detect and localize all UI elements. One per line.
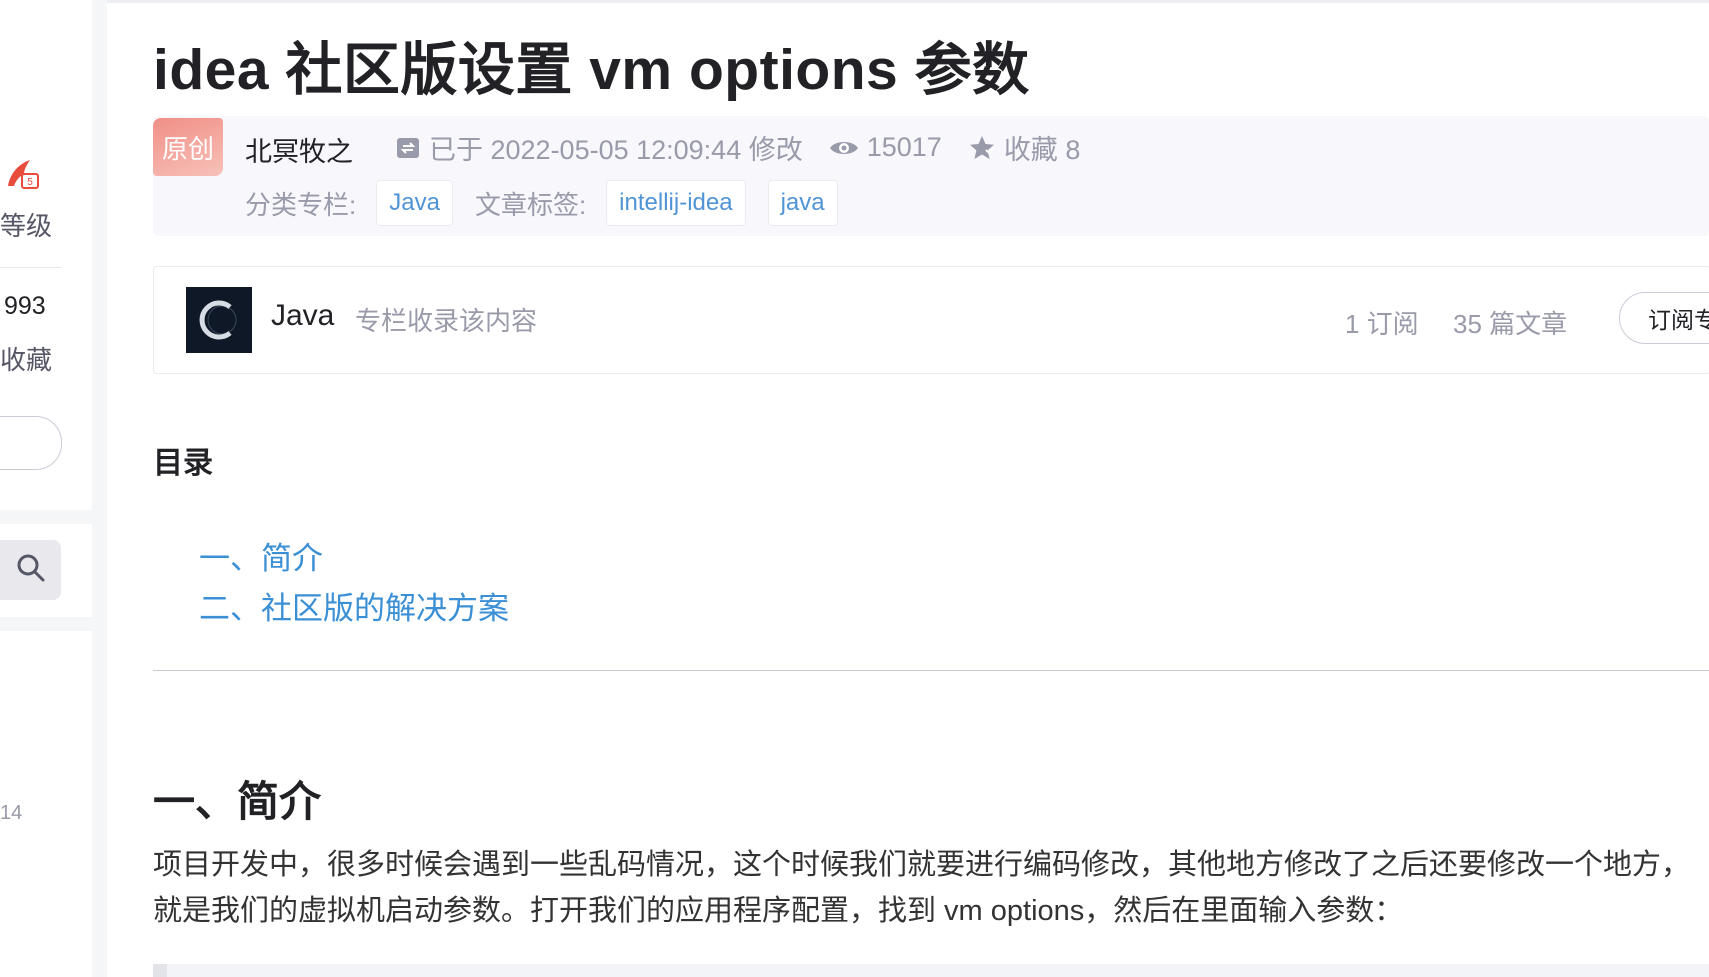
modified-text: 已于 2022-05-05 12:09:44 修改: [429, 135, 803, 165]
subscribe-column-button[interactable]: 订阅专栏: [1619, 292, 1709, 344]
tag-intellij-idea[interactable]: intellij-idea: [606, 180, 746, 226]
sidebar-level-label: 等级: [0, 211, 53, 241]
sidebar-follow-button[interactable]: [0, 416, 62, 470]
code-block: [153, 964, 1709, 977]
author-link[interactable]: 北冥牧之: [245, 130, 353, 169]
writer-badge-icon: 5: [4, 156, 40, 192]
sidebar-stat-value: 993: [4, 292, 46, 320]
tag-java[interactable]: java: [767, 180, 838, 226]
favorite-count[interactable]: 收藏 8: [968, 128, 1081, 167]
original-badge: 原创: [153, 118, 223, 176]
article-card: idea 社区版设置 vm options 参数 原创 北冥牧之 已于 2022…: [107, 0, 1709, 977]
view-count-text: 15017: [866, 132, 942, 162]
favorite-text: 收藏 8: [1003, 135, 1081, 165]
sidebar-search-button[interactable]: [0, 540, 61, 600]
article-tags-row: 分类专栏: Java 文章标签: intellij-idea java: [245, 180, 860, 226]
section-intro-paragraph: 项目开发中，很多时候会遇到一些乱码情况，这个时候我们就要进行编码修改，其他地方修…: [153, 842, 1709, 934]
paragraph-line-2: 就是我们的虚拟机启动参数。打开我们的应用程序配置，找到 vm options，然…: [153, 895, 1404, 927]
column-info-box: Java 专栏收录该内容 1 订阅 35 篇文章 订阅专栏: [153, 266, 1709, 374]
column-avatar[interactable]: [186, 287, 252, 353]
sidebar-fav-label: 收藏: [0, 345, 53, 375]
column-name[interactable]: Java: [271, 299, 334, 333]
category-label: 分类专栏:: [245, 189, 357, 220]
column-subscribers: 1 订阅: [1345, 309, 1419, 339]
sidebar-small-number: 14: [0, 802, 23, 824]
view-count: 15017: [829, 132, 942, 163]
toc-item-intro[interactable]: 一、简介: [199, 533, 323, 578]
section-heading-intro: 一、简介: [153, 778, 322, 825]
toc-item-solution[interactable]: 二、社区版的解决方案: [199, 583, 509, 628]
article-meta-row: 已于 2022-05-05 12:09:44 修改 15017 收藏 8: [395, 128, 1106, 167]
sidebar-divider: [0, 267, 61, 268]
column-article-count: 35 篇文章: [1453, 309, 1568, 339]
search-icon: [15, 552, 47, 589]
category-tag-java[interactable]: Java: [376, 180, 453, 226]
tags-label: 文章标签:: [474, 189, 587, 220]
edit-icon: [395, 135, 421, 161]
column-description: 专栏收录该内容: [355, 306, 538, 336]
paragraph-line-1: 项目开发中，很多时候会遇到一些乱码情况，这个时候我们就要进行编码修改，其他地方修…: [153, 849, 1691, 881]
star-icon: [968, 134, 996, 162]
toc-divider: [153, 670, 1709, 671]
article-title: idea 社区版设置 vm options 参数: [153, 38, 1030, 102]
modified-info: 已于 2022-05-05 12:09:44 修改: [395, 128, 803, 167]
top-border: [107, 0, 1709, 3]
svg-text:5: 5: [27, 177, 33, 188]
toc-title: 目录: [153, 447, 213, 480]
eye-icon: [829, 137, 859, 159]
